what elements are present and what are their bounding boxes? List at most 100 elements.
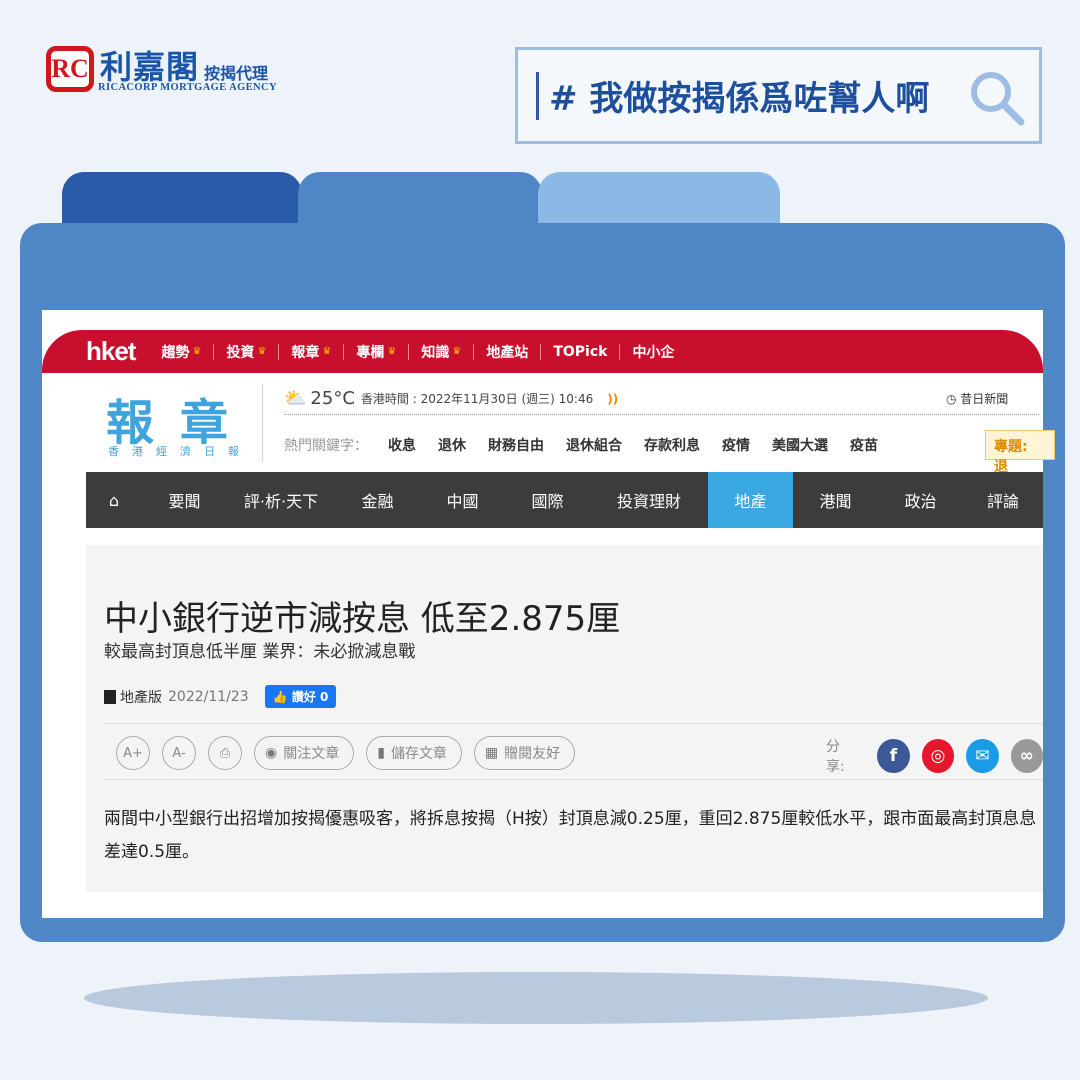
crown-icon: ♛	[192, 346, 202, 357]
divider	[284, 414, 1039, 415]
font-decrease-button[interactable]: A-	[162, 736, 196, 770]
top-menu-item[interactable]: 趨勢 ♛	[161, 342, 201, 362]
top-menu-label: 中小企	[632, 344, 675, 361]
yesterday-news-link[interactable]: ◷ 昔日新聞	[946, 390, 1008, 407]
email-icon[interactable]: ✉	[966, 739, 999, 773]
article-tools: A+ A- ⎙ ◉ 關注文章 ▮ 儲存文章 ▦ 贈閱友好	[116, 736, 576, 770]
clock-icon: ◷	[946, 392, 961, 406]
facebook-icon[interactable]: f	[877, 739, 910, 773]
rss-icon[interactable]: ))	[607, 392, 618, 406]
top-menu-item[interactable]: 報章 ♛	[291, 342, 331, 362]
like-button[interactable]: 👍 讚好 0	[264, 685, 337, 708]
keywords-label: 熱門關鍵字：	[284, 438, 368, 454]
keyword-link[interactable]: 退休	[438, 435, 466, 455]
article-body: 兩間中小型銀行出招增加按揭優惠吸客，將拆息按揭（H按）封頂息減0.25厘，重回2…	[104, 809, 1037, 862]
yesterday-label: 昔日新聞	[960, 392, 1009, 406]
nav-tab[interactable]: 評·析·天下	[227, 472, 335, 528]
gift-article-button[interactable]: ▦ 贈閱友好	[473, 736, 576, 770]
hashtag-search-box[interactable]: # 我做按揭係爲咗幫人啊	[515, 47, 1042, 144]
keyword-link[interactable]: 財務自由	[488, 435, 544, 455]
top-menu-item[interactable]: TOPick	[553, 344, 607, 360]
search-text: # 我做按揭係爲咗幫人啊	[549, 79, 930, 119]
top-menu-label: 趨勢	[161, 344, 190, 361]
section-label[interactable]: 地產版	[120, 687, 162, 707]
nav-tab[interactable]: 評論	[963, 472, 1043, 528]
nav-tab[interactable]: 港聞	[793, 472, 878, 528]
follow-article-button[interactable]: ◉ 關注文章	[254, 736, 355, 770]
share-label: 分享:	[826, 739, 845, 775]
menu-separator	[473, 343, 475, 360]
article-meta: 地產版 2022/11/23 👍 讚好 0	[104, 685, 337, 708]
weather-bar: ⛅ 25°C 香港時間 : 2022年11月30日 (週三) 10:46 ))	[284, 388, 618, 409]
nav-tab[interactable]: 金融	[335, 472, 420, 528]
crown-icon: ♛	[322, 346, 332, 357]
publish-date: 2022/11/23	[168, 688, 249, 705]
menu-separator	[343, 343, 345, 360]
save-label: 儲存文章	[390, 746, 447, 762]
brand-name-en: RICACORP MORTGAGE AGENCY	[98, 82, 277, 93]
print-button[interactable]: ⎙	[208, 736, 242, 770]
top-menu: 趨勢 ♛ 投資 ♛ 報章 ♛ 專欄 ♛ 知識 ♛ 地產站 TOPick 中小企	[161, 342, 674, 362]
hket-top-bar: hket 趨勢 ♛ 投資 ♛ 報章 ♛ 專欄 ♛ 知識 ♛ 地產站 TOPick 中小企	[42, 330, 1043, 373]
like-label: 讚好 0	[291, 690, 329, 704]
nav-tab[interactable]: 要聞	[142, 472, 227, 528]
main-nav: ⌂ 要聞 評·析·天下 金融 中國 國際 投資理財 地產 港聞 政治 評論	[86, 472, 1043, 528]
menu-separator	[408, 343, 410, 360]
hk-time: 香港時間 : 2022年11月30日 (週三) 10:46	[360, 392, 594, 406]
top-menu-label: 知識	[421, 344, 450, 361]
top-menu-item[interactable]: 地產站	[486, 342, 528, 362]
page-icon	[104, 689, 116, 704]
section-logo-sub: 香港經濟日報	[108, 445, 252, 458]
divider	[262, 385, 263, 460]
nav-tab[interactable]: 地產	[708, 472, 793, 528]
divider	[104, 779, 1043, 780]
thumbs-up-icon: 👍	[272, 690, 292, 704]
menu-separator	[278, 343, 280, 360]
top-menu-item[interactable]: 中小企	[632, 342, 674, 362]
top-menu-label: 報章	[291, 344, 320, 361]
crown-icon: ♛	[387, 346, 397, 357]
keyword-link[interactable]: 疫苗	[850, 435, 878, 455]
keyword-link[interactable]: 收息	[388, 435, 416, 455]
text-cursor	[536, 71, 539, 120]
top-menu-item[interactable]: 知識 ♛	[421, 342, 461, 362]
font-increase-button[interactable]: A+	[116, 736, 150, 770]
search-icon[interactable]	[967, 68, 1027, 128]
weibo-icon[interactable]: ◎	[921, 739, 955, 773]
article-subtitle: 較最高封頂息低半厘 業界：未必掀減息戰	[104, 642, 416, 662]
top-menu-label: TOPick	[553, 343, 608, 360]
hket-logo[interactable]: hket	[86, 336, 136, 367]
divider	[104, 723, 1043, 724]
brand-subtitle: 按揭代理	[204, 64, 269, 83]
nav-tab[interactable]: 國際	[505, 472, 590, 528]
top-menu-item[interactable]: 專欄 ♛	[356, 342, 396, 362]
top-menu-label: 專欄	[356, 344, 385, 361]
save-article-button[interactable]: ▮ 儲存文章	[366, 736, 462, 770]
home-icon[interactable]: ⌂	[86, 472, 142, 528]
article: 中小銀行逆市減按息 低至2.875厘 較最高封頂息低半厘 業界：未必掀減息戰 地…	[86, 545, 1043, 892]
weather-cloud-sun-icon: ⛅	[284, 388, 307, 409]
bookmark-icon: ▮	[377, 745, 385, 761]
keyword-link[interactable]: 存款利息	[644, 435, 700, 455]
gift-icon: ▦	[484, 745, 499, 761]
gift-label: 贈閱友好	[504, 746, 561, 762]
menu-separator	[619, 343, 621, 360]
keyword-link[interactable]: 疫情	[722, 435, 750, 455]
keyword-link[interactable]: 退休組合	[566, 435, 622, 455]
link-icon[interactable]: ∞	[1010, 739, 1043, 773]
menu-separator	[213, 343, 215, 360]
hot-keywords: 熱門關鍵字： 收息 退休 財務自由 退休組合 存款利息 疫情 美國大選 疫苗	[284, 435, 900, 455]
menu-separator	[540, 343, 542, 360]
crown-icon: ♛	[452, 346, 462, 357]
ricacorp-logo-mark: RC	[46, 46, 94, 92]
top-menu-label: 投資	[226, 344, 255, 361]
nav-tab[interactable]: 中國	[420, 472, 505, 528]
eye-icon: ◉	[265, 745, 278, 761]
topic-badge[interactable]: 專題: 退	[985, 430, 1055, 475]
printer-icon: ⎙	[219, 745, 231, 761]
follow-label: 關注文章	[283, 746, 340, 762]
keyword-link[interactable]: 美國大選	[772, 435, 828, 455]
nav-tab[interactable]: 政治	[878, 472, 963, 528]
top-menu-item[interactable]: 投資 ♛	[226, 342, 266, 362]
nav-tab[interactable]: 投資理財	[590, 472, 708, 528]
